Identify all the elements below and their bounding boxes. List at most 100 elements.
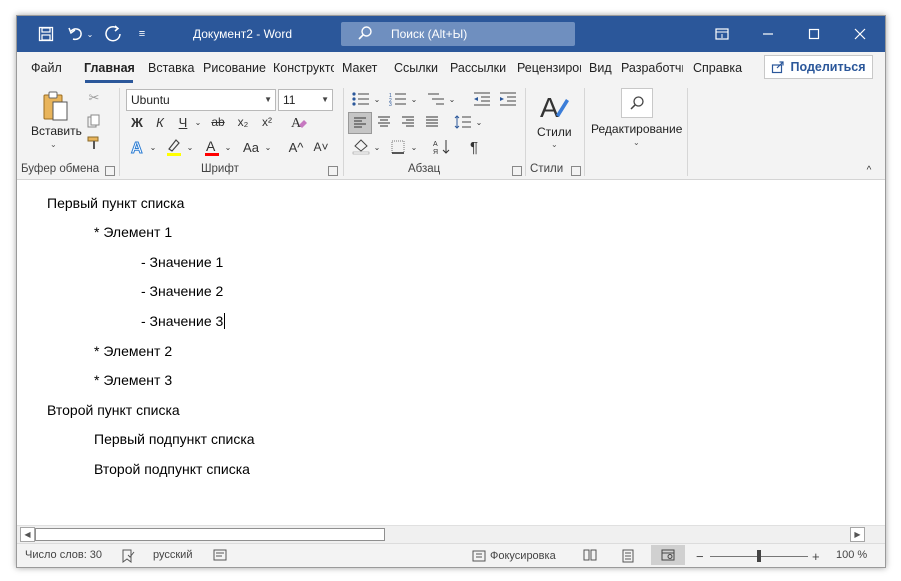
paste-label[interactable]: Вставить (31, 124, 82, 138)
numbering-dropdown-icon[interactable]: ⌄ (409, 90, 419, 108)
styles-label[interactable]: Стили (537, 125, 572, 139)
styles-icon[interactable]: A (536, 89, 572, 125)
tab-draw[interactable]: Рисование (203, 61, 267, 75)
italic-button[interactable]: К (150, 112, 170, 132)
tab-insert[interactable]: Вставка (148, 61, 196, 75)
increase-indent-icon[interactable] (497, 90, 519, 108)
word-count[interactable]: Число слов: 30 (25, 549, 102, 561)
underline-dropdown-icon[interactable]: ⌄ (193, 112, 203, 132)
bold-button[interactable]: Ж (127, 112, 147, 132)
maximize-button[interactable] (791, 16, 837, 52)
clear-formatting-icon[interactable]: A (287, 112, 311, 132)
undo-button[interactable]: ⌄ (65, 16, 95, 52)
align-center-icon[interactable] (373, 112, 395, 132)
tab-help[interactable]: Справка (693, 61, 745, 75)
scrollbar-thumb[interactable] (35, 528, 385, 541)
change-case-dropdown-icon[interactable]: ⌄ (263, 137, 273, 157)
print-layout-icon[interactable] (622, 549, 634, 563)
line-spacing-icon[interactable] (452, 112, 474, 132)
shrink-font-button[interactable]: A˅ (310, 137, 332, 157)
subscript-button[interactable]: x₂ (233, 112, 253, 132)
font-color-dropdown-icon[interactable]: ⌄ (223, 137, 233, 157)
borders-icon[interactable] (387, 137, 409, 157)
borders-dropdown-icon[interactable]: ⌄ (409, 137, 419, 157)
styles-dropdown-icon[interactable]: ⌄ (551, 140, 558, 149)
language[interactable]: русский (153, 549, 192, 561)
show-formatting-icon[interactable]: ¶ (464, 137, 484, 157)
ribbon-display-options-icon[interactable] (699, 16, 745, 52)
search-box[interactable]: Поиск (Alt+Ы) (341, 22, 575, 46)
numbering-icon[interactable]: 123 (387, 90, 409, 108)
font-name-combo[interactable]: Ubuntu ▼ (126, 89, 276, 111)
text-effects-dropdown-icon[interactable]: ⌄ (148, 137, 158, 157)
read-mode-icon[interactable] (583, 549, 597, 561)
multilevel-dropdown-icon[interactable]: ⌄ (447, 90, 457, 108)
cut-icon[interactable]: ✂ (85, 89, 103, 107)
editing-label[interactable]: Редактирование (591, 122, 682, 136)
doc-line: * Элемент 1 (94, 224, 173, 240)
copy-icon[interactable] (85, 112, 103, 130)
web-layout-button[interactable] (651, 545, 685, 565)
collapse-ribbon-icon[interactable]: ^ (863, 164, 875, 176)
paragraph-launcher-icon[interactable] (512, 166, 522, 176)
justify-icon[interactable] (421, 112, 443, 132)
shading-dropdown-icon[interactable]: ⌄ (372, 137, 382, 157)
customize-toolbar-icon[interactable]: ≡ (135, 16, 149, 52)
format-painter-icon[interactable] (85, 134, 103, 152)
tab-home[interactable]: Главная (84, 61, 135, 75)
align-right-icon[interactable] (397, 112, 419, 132)
font-size-combo[interactable]: 11 ▼ (278, 89, 333, 111)
paste-icon[interactable] (39, 89, 73, 123)
zoom-level[interactable]: 100 % (836, 549, 867, 561)
editing-dropdown-icon[interactable]: ⌄ (633, 138, 640, 147)
font-launcher-icon[interactable] (328, 166, 338, 176)
clipboard-launcher-icon[interactable] (105, 166, 115, 176)
change-case-button[interactable]: Aa (239, 137, 263, 157)
highlight-dropdown-icon[interactable]: ⌄ (185, 137, 195, 157)
svg-text:A: A (206, 138, 216, 154)
text-effects-icon[interactable]: A (127, 137, 149, 157)
tab-file[interactable]: Файл (31, 61, 62, 75)
sort-icon[interactable]: AЯ (431, 137, 453, 157)
minimize-button[interactable] (745, 16, 791, 52)
font-color-icon[interactable]: A (201, 136, 223, 158)
styles-launcher-icon[interactable] (571, 166, 581, 176)
tab-review[interactable]: Рецензирование (517, 61, 581, 75)
chevron-down-icon: ▼ (321, 95, 329, 104)
underline-button[interactable]: Ч (173, 112, 193, 132)
paste-dropdown-icon[interactable]: ⌄ (50, 140, 57, 149)
share-button[interactable]: Поделиться (764, 55, 873, 79)
strikethrough-button[interactable]: ab (207, 112, 229, 132)
proofing-icon[interactable] (121, 549, 135, 563)
line-spacing-dropdown-icon[interactable]: ⌄ (474, 112, 484, 132)
undo-dropdown-icon[interactable]: ⌄ (87, 30, 94, 39)
grow-font-button[interactable]: A^ (285, 137, 307, 157)
superscript-button[interactable]: x² (257, 112, 277, 132)
tab-references[interactable]: Ссылки (394, 61, 440, 75)
tab-mailings[interactable]: Рассылки (450, 61, 508, 75)
zoom-in-button[interactable]: + (812, 549, 820, 564)
decrease-indent-icon[interactable] (471, 90, 493, 108)
zoom-slider-thumb[interactable] (757, 550, 761, 562)
highlight-icon[interactable] (163, 136, 185, 158)
focus-button[interactable]: Фокусировка (472, 549, 556, 563)
scroll-left-icon[interactable]: ◀ (20, 527, 35, 542)
tab-view[interactable]: Вид (589, 61, 613, 75)
align-left-button[interactable] (348, 112, 372, 134)
document-body[interactable]: Первый пункт списка * Элемент 1 - Значен… (17, 180, 885, 525)
find-icon[interactable] (621, 88, 653, 118)
close-button[interactable] (837, 16, 883, 52)
shading-icon[interactable] (350, 137, 372, 157)
horizontal-scrollbar[interactable]: ◀ ▶ (17, 525, 885, 543)
bullets-dropdown-icon[interactable]: ⌄ (372, 90, 382, 108)
multilevel-list-icon[interactable] (425, 90, 447, 108)
save-icon[interactable] (35, 16, 57, 52)
zoom-out-button[interactable]: − (696, 549, 704, 564)
tab-developer[interactable]: Разработчик (621, 61, 683, 75)
tab-layout[interactable]: Макет (342, 61, 382, 75)
bullets-icon[interactable] (350, 90, 372, 108)
redo-icon[interactable] (103, 16, 125, 52)
scroll-right-icon[interactable]: ▶ (850, 527, 865, 542)
tab-design[interactable]: Конструктор (273, 61, 334, 75)
accessibility-icon[interactable] (213, 549, 227, 561)
